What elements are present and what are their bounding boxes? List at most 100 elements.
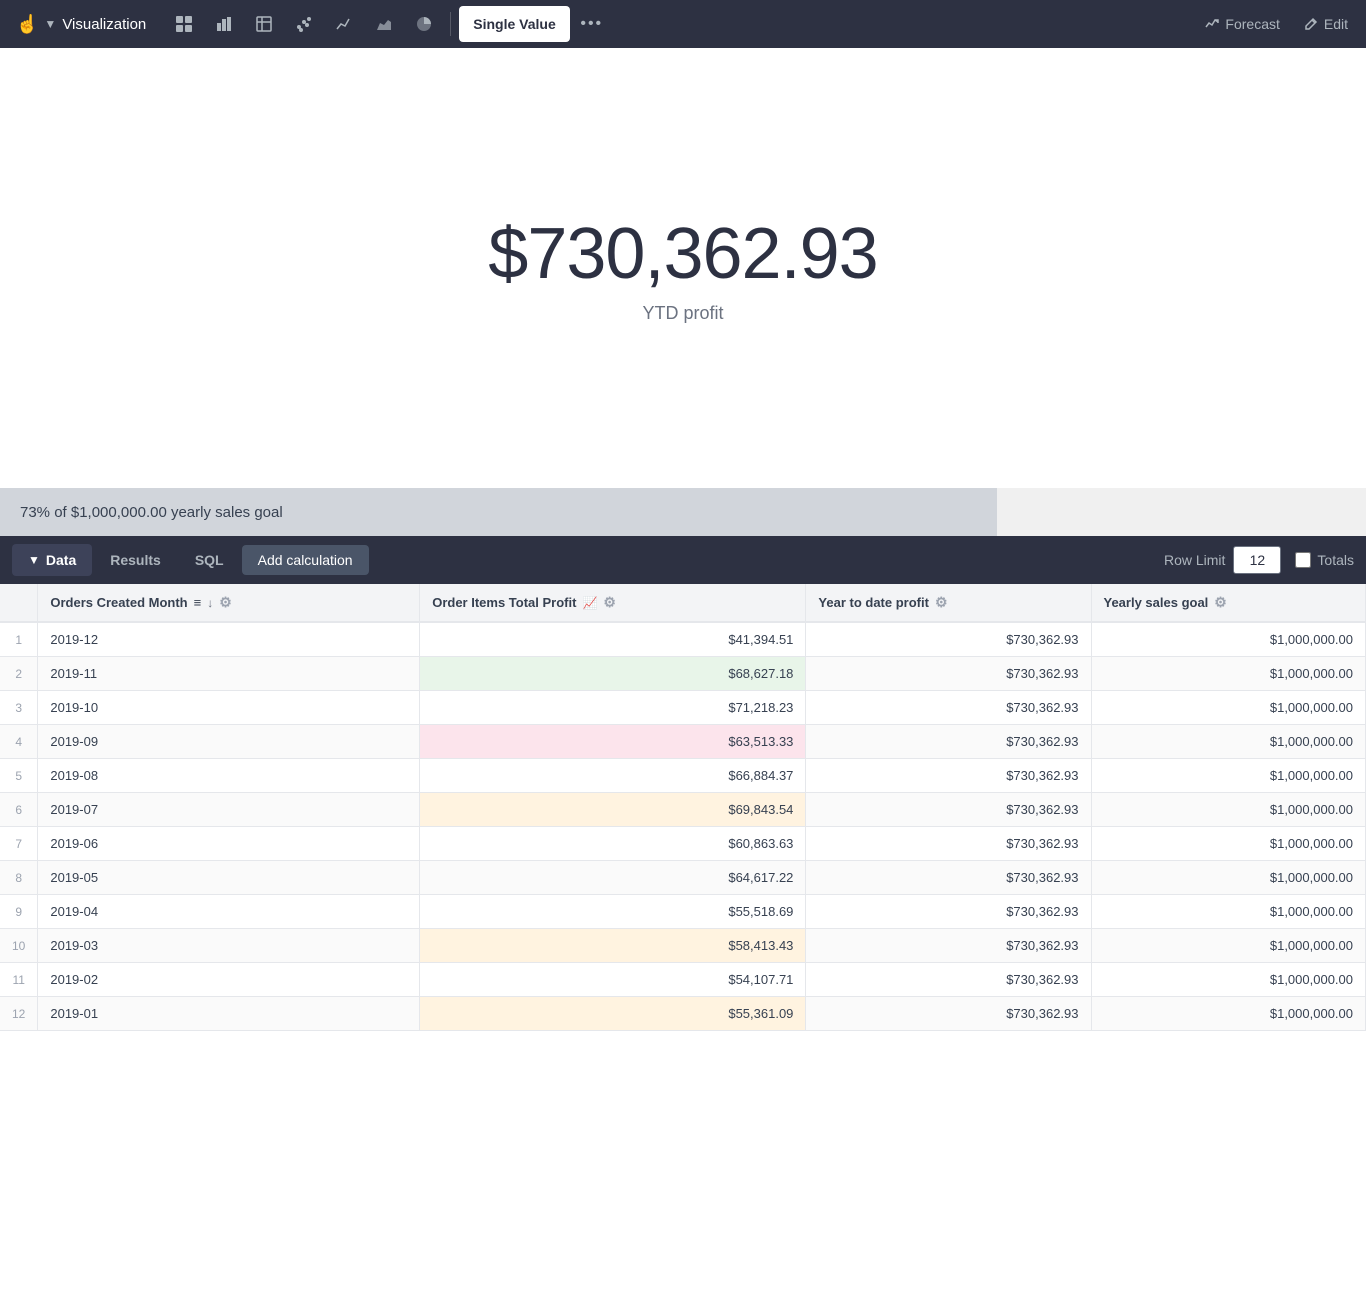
- total-profit-gear-icon[interactable]: ⚙: [603, 594, 616, 611]
- profit-cell: $55,518.69: [420, 895, 806, 929]
- area-chart-btn[interactable]: [366, 6, 402, 42]
- goal-cell: $1,000,000.00: [1091, 861, 1366, 895]
- month-cell: 2019-04: [38, 895, 420, 929]
- col-total-profit-label: Order Items Total Profit: [432, 595, 576, 610]
- row-num-cell: 10: [0, 929, 38, 963]
- forecast-icon: [1205, 17, 1219, 31]
- tab-data[interactable]: ▼ Data: [12, 544, 92, 576]
- profit-cell: $64,617.22: [420, 861, 806, 895]
- tab-sql-label: SQL: [195, 552, 224, 568]
- goal-cell: $1,000,000.00: [1091, 997, 1366, 1031]
- month-cell: 2019-05: [38, 861, 420, 895]
- col-ytd-profit[interactable]: Year to date profit ⚙: [806, 584, 1091, 622]
- table-row: 2 2019-11 $68,627.18 $730,362.93 $1,000,…: [0, 657, 1366, 691]
- ytd-cell: $730,362.93: [806, 657, 1091, 691]
- yearly-goal-gear-icon[interactable]: ⚙: [1214, 594, 1227, 611]
- line-chart-btn[interactable]: [326, 6, 362, 42]
- brand-area[interactable]: ☝ ▼ Visualization: [8, 14, 154, 35]
- big-value-display: $730,362.93: [488, 213, 877, 295]
- more-icon: •••: [580, 15, 603, 33]
- goal-cell: $1,000,000.00: [1091, 725, 1366, 759]
- ytd-profit-gear-icon[interactable]: ⚙: [935, 594, 948, 611]
- ytd-cell: $730,362.93: [806, 861, 1091, 895]
- dropdown-arrow[interactable]: ▼: [44, 17, 56, 31]
- row-num-cell: 9: [0, 895, 38, 929]
- row-num-cell: 3: [0, 691, 38, 725]
- goal-bar-text: 73% of $1,000,000.00 yearly sales goal: [0, 504, 283, 521]
- single-value-area: $730,362.93 YTD profit: [0, 48, 1366, 488]
- profit-cell: $41,394.51: [420, 622, 806, 657]
- profit-cell: $63,513.33: [420, 725, 806, 759]
- table-row: 12 2019-01 $55,361.09 $730,362.93 $1,000…: [0, 997, 1366, 1031]
- row-num-cell: 11: [0, 963, 38, 997]
- profit-cell: $55,361.09: [420, 997, 806, 1031]
- goal-cell: $1,000,000.00: [1091, 895, 1366, 929]
- month-cell: 2019-03: [38, 929, 420, 963]
- add-calc-label: Add calculation: [258, 552, 353, 568]
- tab-data-label: Data: [46, 552, 76, 568]
- month-cell: 2019-02: [38, 963, 420, 997]
- pie-chart-btn[interactable]: [406, 6, 442, 42]
- brand-label: Visualization: [62, 16, 146, 33]
- toolbar-divider: [450, 12, 451, 36]
- totals-label: Totals: [1317, 552, 1354, 568]
- row-num-cell: 1: [0, 622, 38, 657]
- more-btn[interactable]: •••: [574, 6, 610, 42]
- sort-desc-icon[interactable]: ↓: [207, 596, 213, 610]
- tab-sql[interactable]: SQL: [179, 544, 240, 576]
- month-cell: 2019-12: [38, 622, 420, 657]
- table-row: 1 2019-12 $41,394.51 $730,362.93 $1,000,…: [0, 622, 1366, 657]
- sparkline-icon: 📈: [582, 596, 597, 610]
- cursor-icon: ☝: [16, 14, 38, 35]
- profit-cell: $71,218.23: [420, 691, 806, 725]
- profit-cell: $58,413.43: [420, 929, 806, 963]
- month-cell: 2019-09: [38, 725, 420, 759]
- forecast-btn[interactable]: Forecast: [1195, 10, 1289, 38]
- add-calculation-btn[interactable]: Add calculation: [242, 545, 369, 575]
- orders-month-gear-icon[interactable]: ⚙: [219, 594, 232, 611]
- goal-cell: $1,000,000.00: [1091, 963, 1366, 997]
- ytd-cell: $730,362.93: [806, 759, 1091, 793]
- table-view-btn[interactable]: [166, 6, 202, 42]
- goal-bar: 73% of $1,000,000.00 yearly sales goal: [0, 488, 1366, 536]
- table-row: 10 2019-03 $58,413.43 $730,362.93 $1,000…: [0, 929, 1366, 963]
- totals-wrap: Totals: [1295, 552, 1354, 568]
- row-num-cell: 5: [0, 759, 38, 793]
- row-limit-label: Row Limit: [1164, 552, 1225, 568]
- edit-btn[interactable]: Edit: [1294, 10, 1358, 38]
- table-header-row: Orders Created Month ≡ ↓ ⚙ Order Items T…: [0, 584, 1366, 622]
- profit-cell: $69,843.54: [420, 793, 806, 827]
- table-row: 9 2019-04 $55,518.69 $730,362.93 $1,000,…: [0, 895, 1366, 929]
- goal-cell: $1,000,000.00: [1091, 691, 1366, 725]
- row-num-cell: 2: [0, 657, 38, 691]
- profit-cell: $68,627.18: [420, 657, 806, 691]
- month-cell: 2019-01: [38, 997, 420, 1031]
- tab-results[interactable]: Results: [94, 544, 177, 576]
- month-cell: 2019-11: [38, 657, 420, 691]
- ytd-cell: $730,362.93: [806, 827, 1091, 861]
- scatter-btn[interactable]: [286, 6, 322, 42]
- table-row: 6 2019-07 $69,843.54 $730,362.93 $1,000,…: [0, 793, 1366, 827]
- col-total-profit[interactable]: Order Items Total Profit 📈 ⚙: [420, 584, 806, 622]
- col-row-num: [0, 584, 38, 622]
- month-cell: 2019-10: [38, 691, 420, 725]
- col-ytd-label: Year to date profit: [818, 595, 929, 610]
- table-row: 4 2019-09 $63,513.33 $730,362.93 $1,000,…: [0, 725, 1366, 759]
- ytd-cell: $730,362.93: [806, 895, 1091, 929]
- table-row: 8 2019-05 $64,617.22 $730,362.93 $1,000,…: [0, 861, 1366, 895]
- table-row: 7 2019-06 $60,863.63 $730,362.93 $1,000,…: [0, 827, 1366, 861]
- row-num-cell: 12: [0, 997, 38, 1031]
- tab-results-label: Results: [110, 552, 161, 568]
- pivot-btn[interactable]: [246, 6, 282, 42]
- data-panel-toolbar: ▼ Data Results SQL Add calculation Row L…: [0, 536, 1366, 584]
- single-value-btn[interactable]: Single Value: [459, 6, 569, 42]
- edit-icon: [1304, 17, 1318, 31]
- goal-cell: $1,000,000.00: [1091, 622, 1366, 657]
- table-body: 1 2019-12 $41,394.51 $730,362.93 $1,000,…: [0, 622, 1366, 1031]
- ytd-cell: $730,362.93: [806, 725, 1091, 759]
- totals-checkbox[interactable]: [1295, 552, 1311, 568]
- col-yearly-goal[interactable]: Yearly sales goal ⚙: [1091, 584, 1366, 622]
- row-limit-input[interactable]: [1233, 546, 1281, 574]
- bar-chart-btn[interactable]: [206, 6, 242, 42]
- col-orders-month[interactable]: Orders Created Month ≡ ↓ ⚙: [38, 584, 420, 622]
